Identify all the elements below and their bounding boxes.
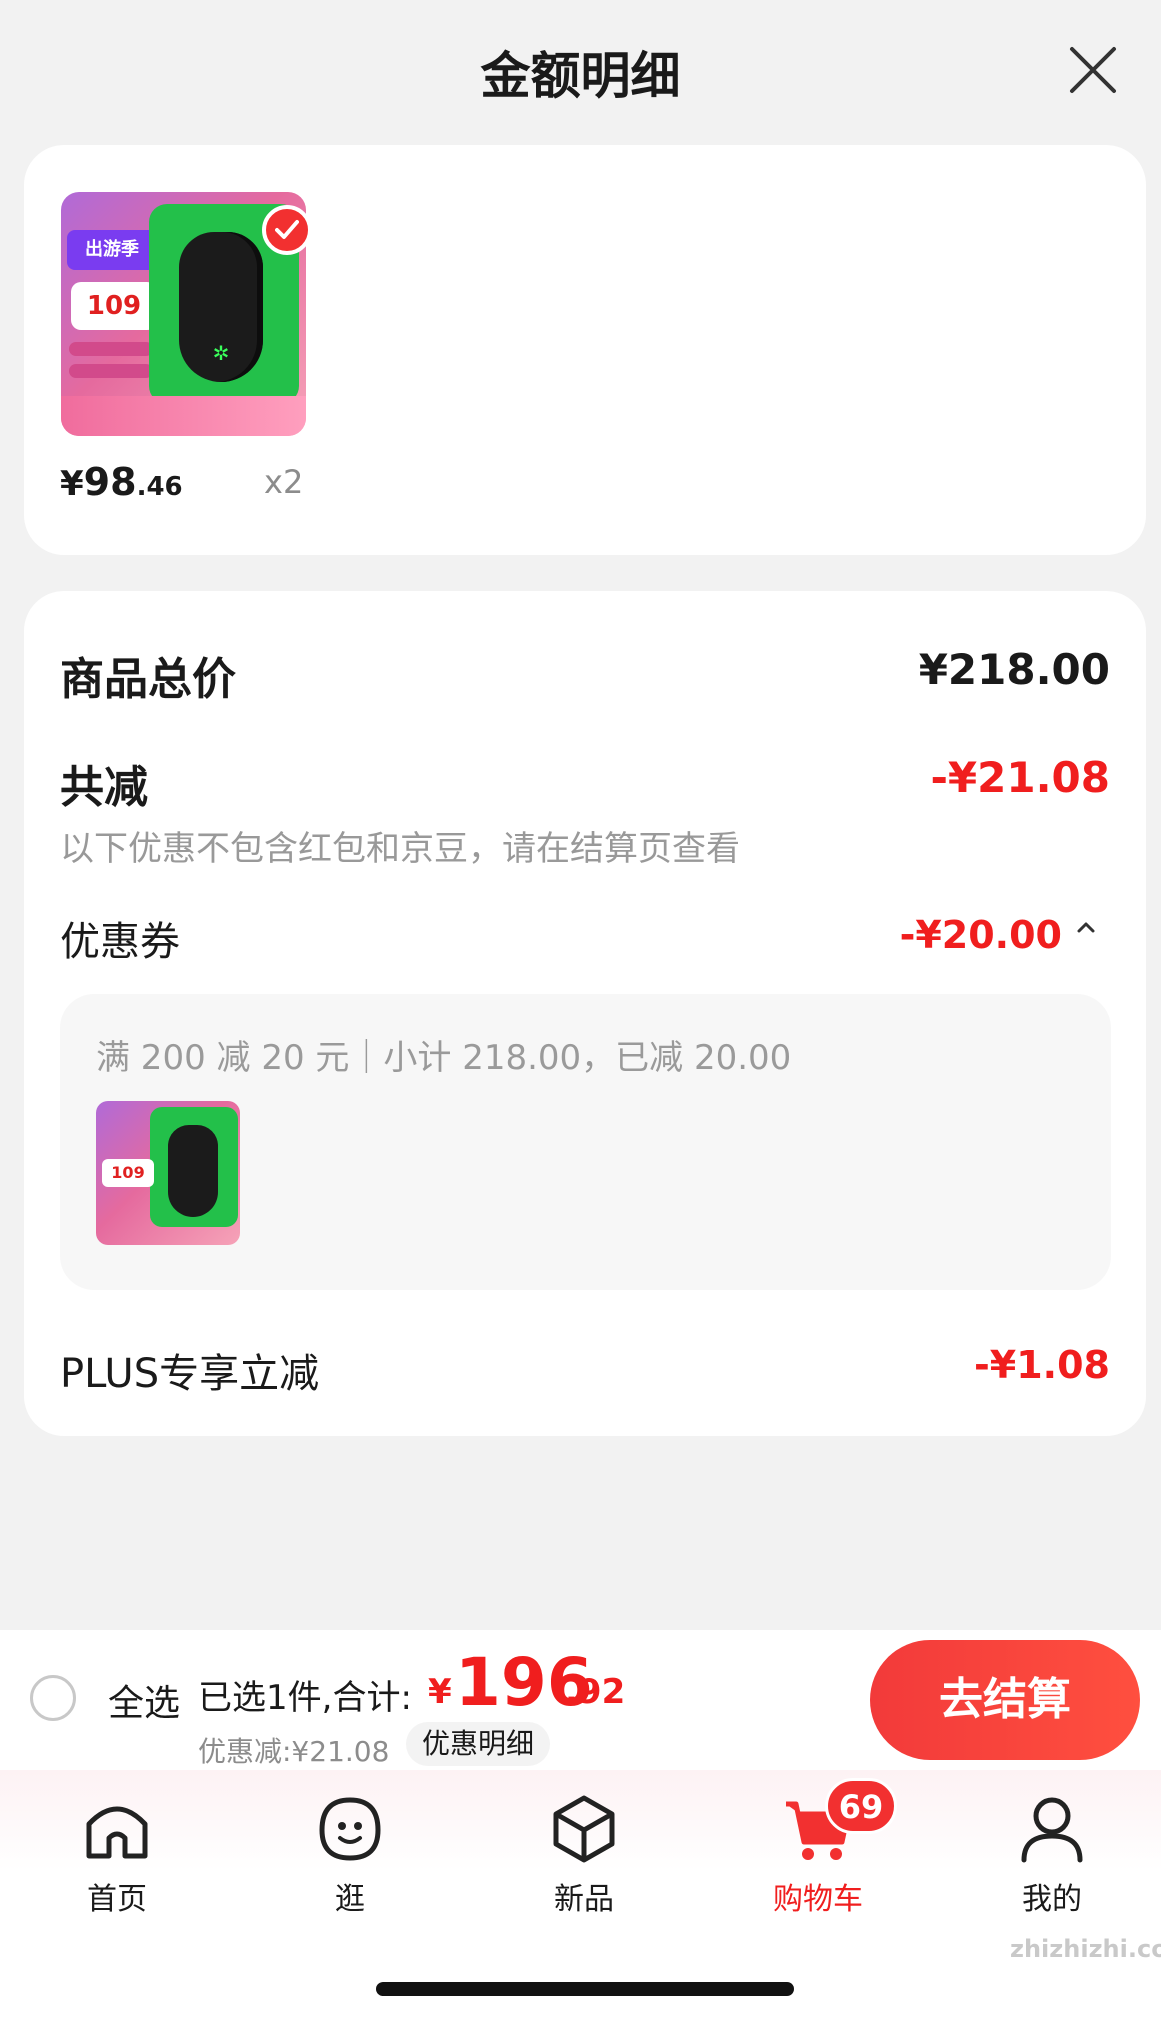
total-decimal: .92 <box>565 1672 626 1712</box>
coupon-product-badge: 109 <box>102 1159 154 1187</box>
checkout-button[interactable]: 去结算 <box>870 1640 1140 1760</box>
coupon-product-image[interactable]: 109 <box>96 1101 240 1245</box>
mouse-image <box>168 1125 218 1217</box>
tab-new[interactable]: 新品 <box>514 1790 654 1920</box>
decor-strip <box>69 342 153 356</box>
coupon-detail-text: 满 200 减 20 元｜小计 218.00，已减 20.00 <box>96 1038 792 1078</box>
total-label: 商品总价 <box>60 654 236 705</box>
coupon-detail-box: 满 200 减 20 元｜小计 218.00，已减 20.00 109 <box>60 994 1111 1290</box>
product-card: 出游季 109 ✲ ¥98.46 x2 <box>24 145 1146 555</box>
watermark: zhizhizhi.com <box>1010 1935 1161 1963</box>
plus-value: -¥1.08 <box>974 1343 1110 1387</box>
decor-strip <box>69 364 153 378</box>
amount-detail-sheet: 金额明细 出游季 109 ✲ ¥98.46 x2 商品总价 ¥218.00 共减… <box>0 0 1161 1630</box>
summary-card: 商品总价 ¥218.00 共减 -¥21.08 以下优惠不包含红包和京豆，请在结… <box>24 591 1146 1436</box>
select-all-radio[interactable] <box>30 1675 76 1721</box>
discount-detail-button[interactable]: 优惠明细 <box>406 1722 551 1766</box>
price-decimal: .46 <box>136 472 183 502</box>
tab-label-cart: 购物车 <box>773 1882 863 1917</box>
product-quantity: x2 <box>264 463 304 501</box>
tab-browse[interactable]: 逛 <box>280 1790 420 1920</box>
discount-note: 以下优惠不包含红包和京豆，请在结算页查看 <box>60 829 740 869</box>
cart-count-badge: 69 <box>825 1778 897 1834</box>
checkout-bar: 全选 已选1件,合计: ¥ 196 .92 优惠减:¥21.08 优惠明细 去结… <box>0 1630 1161 1770</box>
tab-label-home: 首页 <box>87 1882 147 1917</box>
product-price: ¥98.46 <box>60 460 183 504</box>
reduce-label: 共减 <box>60 762 148 813</box>
checkmark-icon[interactable] <box>262 205 312 255</box>
plus-label: PLUS专享立减 <box>60 1351 320 1397</box>
discount-amount: 优惠减:¥21.08 <box>198 1735 390 1768</box>
home-indicator[interactable] <box>376 1982 794 1996</box>
product-image-tag: 出游季 <box>67 230 157 270</box>
tab-label-browse: 逛 <box>335 1882 365 1917</box>
tab-label-mine: 我的 <box>1022 1882 1082 1917</box>
face-icon <box>319 1797 381 1861</box>
home-icon <box>86 1806 148 1859</box>
tab-home[interactable]: 首页 <box>47 1790 187 1920</box>
select-all-label[interactable]: 全选 <box>108 1674 180 1726</box>
total-currency: ¥ <box>428 1672 452 1712</box>
tab-mine[interactable]: 我的 <box>982 1790 1122 1920</box>
user-icon <box>1021 1797 1083 1863</box>
reduce-value: -¥21.08 <box>930 753 1110 802</box>
total-value: ¥218.00 <box>918 645 1110 694</box>
price-integer: 98 <box>83 460 137 504</box>
coupon-value[interactable]: -¥20.00 <box>900 913 1062 957</box>
product-image-badge: 109 <box>71 282 157 330</box>
tab-label-new: 新品 <box>554 1882 614 1917</box>
price-currency: ¥ <box>60 464 84 504</box>
sheet-header: 金额明细 <box>0 0 1161 140</box>
cube-icon <box>553 1795 615 1863</box>
selected-count-text: 已选1件,合计: <box>198 1678 412 1718</box>
razer-logo-icon: ✲ <box>212 341 230 365</box>
chevron-up-icon[interactable] <box>1074 916 1098 940</box>
decor-bottom <box>61 396 306 436</box>
coupon-label: 优惠券 <box>60 919 180 965</box>
close-icon[interactable] <box>1068 45 1118 95</box>
page-title: 金额明细 <box>480 47 681 105</box>
